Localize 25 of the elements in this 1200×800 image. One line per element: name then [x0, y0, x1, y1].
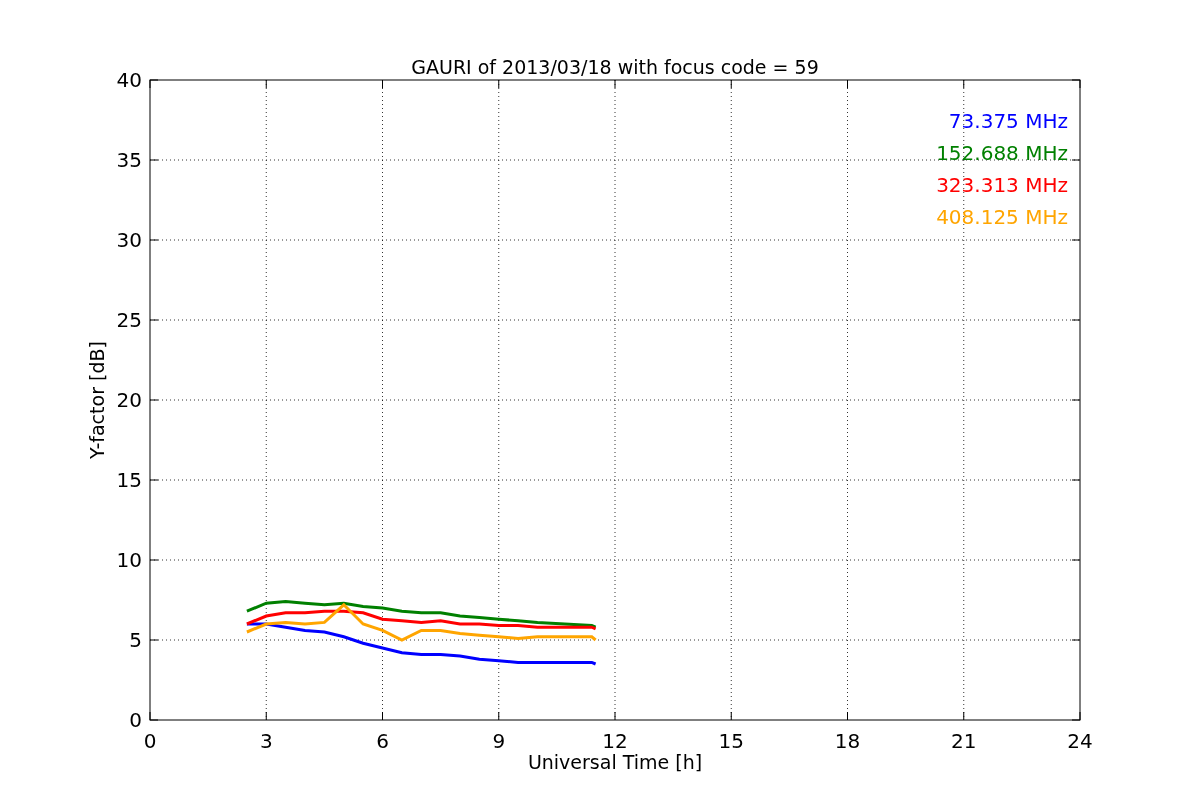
legend-label: 73.375 MHz — [948, 109, 1068, 133]
y-tick-label: 40 — [116, 68, 142, 92]
y-tick-label: 20 — [116, 388, 142, 412]
y-tick-label: 0 — [129, 708, 142, 732]
x-tick-label: 15 — [718, 729, 744, 753]
x-axis-label: Universal Time [h] — [527, 751, 703, 773]
y-axis-label: Y-factor [dB] — [86, 341, 108, 459]
legend-label: 408.125 MHz — [936, 205, 1068, 229]
x-tick-label: 9 — [492, 729, 506, 753]
y-tick-label: 15 — [116, 468, 142, 492]
chart-title: GAURI of 2013/03/18 with focus code = 59 — [411, 56, 819, 78]
y-tick-label: 30 — [116, 228, 142, 252]
y-tick-label: 5 — [129, 628, 142, 652]
x-tick-label: 18 — [834, 729, 861, 753]
x-tick-label: 6 — [376, 729, 389, 753]
y-tick-label: 10 — [116, 548, 142, 572]
x-tick-label: 24 — [1067, 729, 1093, 753]
x-tick-label: 21 — [951, 729, 977, 753]
legend-label: 152.688 MHz — [936, 141, 1068, 165]
legend-label: 323.313 MHz — [936, 173, 1068, 197]
y-tick-label: 25 — [116, 308, 142, 332]
y-tick-label: 35 — [116, 148, 142, 172]
x-tick-label: 0 — [143, 729, 157, 753]
x-tick-label: 3 — [259, 729, 273, 753]
x-tick-label: 12 — [602, 729, 628, 753]
